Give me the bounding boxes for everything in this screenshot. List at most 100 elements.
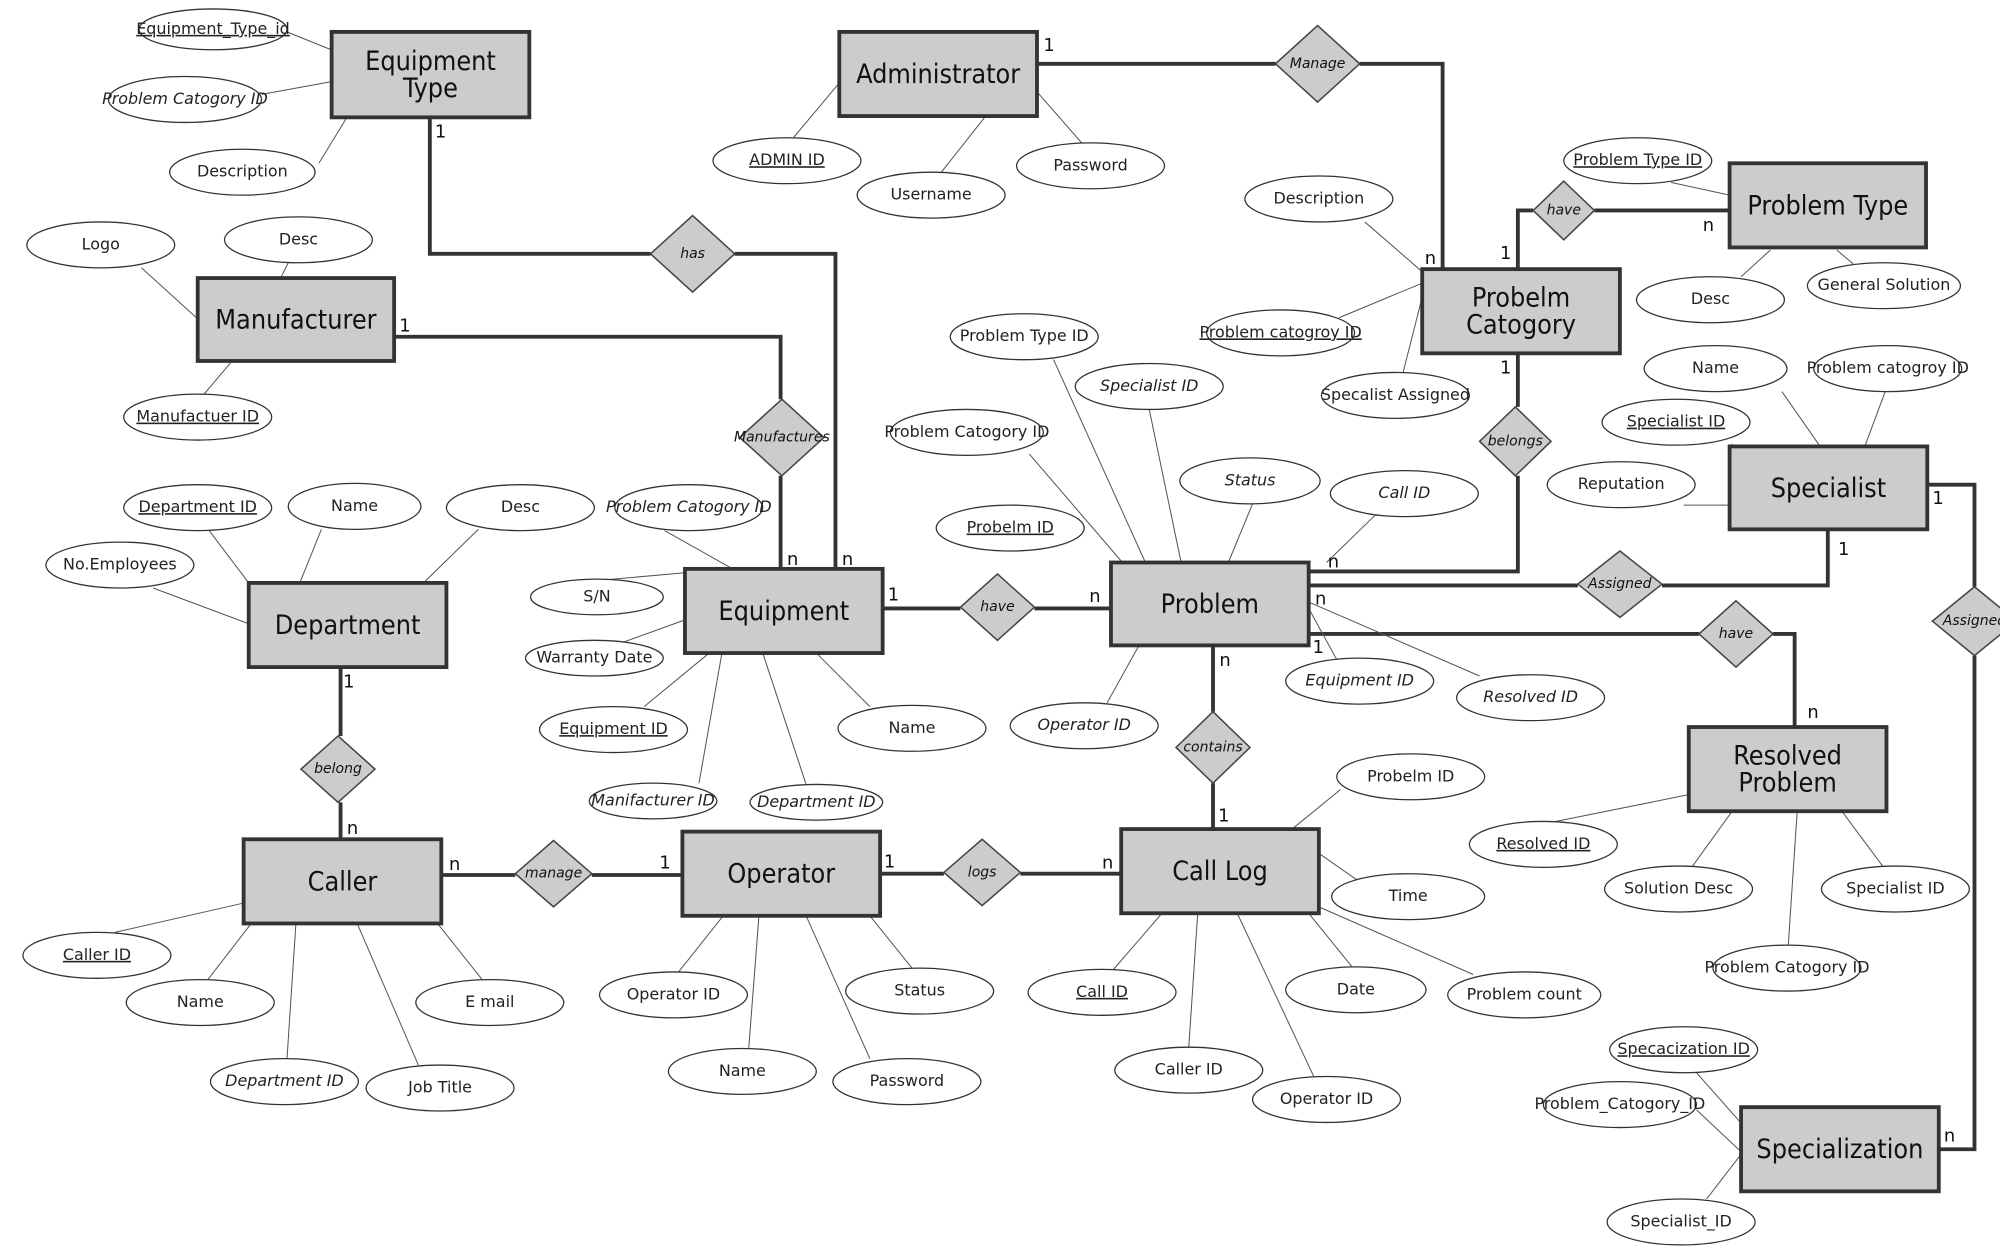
entity-equipment: Equipment	[683, 566, 885, 655]
cardinality-label: n	[1328, 552, 1339, 573]
attribute-label: Department ID	[138, 497, 256, 516]
cardinality-label: n	[1219, 650, 1230, 671]
cardinality-label: 1	[435, 122, 446, 143]
attribute-label: Problem Catogory ID	[884, 422, 1049, 441]
attribute-label: Problem Catogory ID	[606, 497, 772, 516]
attribute-equipment-id: Equipment ID	[1285, 657, 1435, 705]
attribute-password: Password	[1015, 142, 1166, 190]
attribute-label: Warranty Date	[536, 648, 652, 667]
attribute-department-id: Department ID	[209, 1058, 360, 1106]
entity-probelm-catogory: ProbelmCatogory	[1420, 267, 1622, 356]
attribute-manufactuer-id: Manufactuer ID	[123, 393, 273, 441]
attribute-reputation: Reputation	[1546, 461, 1696, 509]
attribute-probelm-id: Probelm ID	[1336, 753, 1486, 801]
entity-resolved-problem: ResolvedProblem	[1686, 725, 1889, 814]
attribute-connector	[1706, 1154, 1742, 1200]
attribute-equipment-id: Equipment ID	[538, 705, 689, 754]
attribute-connector	[748, 915, 760, 1049]
entity-label: Problem	[1738, 767, 1836, 798]
relationship-contains: contains	[1174, 710, 1252, 785]
attribute-label: Probelm ID	[967, 518, 1054, 537]
entity-administrator: Administrator	[837, 29, 1039, 118]
relationship-label: manage	[525, 866, 582, 882]
attribute-label: Problem Type ID	[960, 326, 1089, 345]
attribute-connector	[1148, 409, 1182, 563]
relationship-connector	[1515, 208, 1534, 270]
attribute-label: Problem count	[1467, 984, 1582, 1003]
entity-label: Manufacturer	[215, 304, 376, 335]
attribute-desc: Desc	[223, 216, 374, 264]
attribute-connector	[203, 360, 233, 395]
relationship-assigned: Assigned	[1931, 585, 2000, 657]
attribute-connector	[664, 530, 738, 572]
entity-problem-type: Problem Type	[1727, 161, 1928, 250]
attribute-specacization-id: Specacization ID	[1609, 1026, 1759, 1074]
relationship-connector	[1359, 61, 1445, 270]
relationship-label: have	[980, 599, 1014, 615]
attribute-connector	[1227, 503, 1254, 563]
attribute-connector	[437, 923, 483, 980]
relationship-manage: manage	[514, 839, 594, 908]
attribute-connector	[869, 915, 913, 969]
entity-label: Department	[275, 610, 421, 641]
attribute-logo: Logo	[26, 221, 176, 269]
attribute-label: S/N	[583, 586, 610, 605]
attribute-label: Department ID	[757, 792, 875, 811]
attribute-label: Password	[1053, 155, 1127, 174]
attribute-label: Specacization ID	[1617, 1039, 1749, 1058]
attribute-connector	[207, 923, 252, 980]
attribute-connector	[624, 619, 686, 643]
attribute-label: Description	[197, 162, 288, 181]
attribute-operator-id: Operator ID	[598, 971, 749, 1019]
attribute-connector	[280, 262, 289, 279]
attribute-no-employees: No.Employees	[45, 541, 195, 589]
cardinality-label: 1	[1043, 35, 1054, 56]
relationship-logs: logs	[942, 838, 1022, 907]
attribute-connector	[1556, 794, 1689, 822]
relationship-belong: belong	[299, 734, 377, 804]
attribute-label: General Solution	[1818, 275, 1951, 294]
attribute-connector	[318, 117, 348, 164]
attribute-label: Desc	[279, 229, 318, 248]
attribute-department-id: Department ID	[123, 484, 273, 532]
attribute-label: Specialist ID	[1100, 376, 1198, 395]
entity-equipment-type: EquipmentType	[329, 29, 532, 120]
attribute-label: Equipment ID	[559, 719, 668, 738]
entity-label: Administrator	[856, 59, 1020, 90]
attribute-probelm-id: Probelm ID	[935, 504, 1085, 552]
attribute-connector	[1787, 811, 1798, 946]
attribute-connector	[114, 902, 244, 933]
cardinality-label: n	[842, 549, 853, 570]
attribute-label: Status	[894, 981, 945, 1000]
cardinality-label: n	[1425, 248, 1436, 269]
attribute-label: Equipment ID	[1305, 671, 1414, 690]
attribute-connector	[1036, 91, 1083, 144]
attribute-label: Name	[331, 496, 378, 515]
attribute-operator-id: Operator ID	[1009, 702, 1159, 750]
attribute-label: Operator ID	[627, 984, 720, 1003]
attribute-resolved-id: Resolved ID	[1468, 820, 1618, 868]
relationship-label: has	[680, 246, 705, 262]
attribute-connector	[286, 923, 297, 1059]
attribute-label: Desc	[1691, 289, 1730, 308]
attribute-label: Problem Catogory ID	[102, 89, 268, 108]
relationship-manufactures: Manufactures	[734, 398, 830, 477]
entity-label: Problem Type	[1747, 190, 1908, 221]
cardinality-label: 1	[888, 585, 899, 606]
attribute-connector	[1318, 852, 1358, 881]
attribute-label: E mail	[465, 992, 514, 1011]
attribute-label: Specialist_ID	[1630, 1211, 1731, 1231]
attribute-label: Call ID	[1378, 483, 1430, 502]
attribute-connector	[261, 81, 332, 95]
entity-label: Problem	[1161, 589, 1259, 620]
relationship-have: have	[1532, 180, 1596, 241]
attribute-label: Time	[1388, 886, 1428, 905]
attribute-connector	[1364, 221, 1423, 273]
attribute-label: Problem catogroy ID	[1199, 322, 1361, 341]
cardinality-label: n	[449, 854, 460, 875]
attribute-connector	[1670, 181, 1730, 196]
attribute-time: Time	[1330, 873, 1486, 921]
attribute-label: Specalist Assigned	[1321, 385, 1470, 404]
attribute-label: Operator ID	[1280, 1089, 1373, 1108]
relationship-label: have	[1719, 626, 1753, 642]
